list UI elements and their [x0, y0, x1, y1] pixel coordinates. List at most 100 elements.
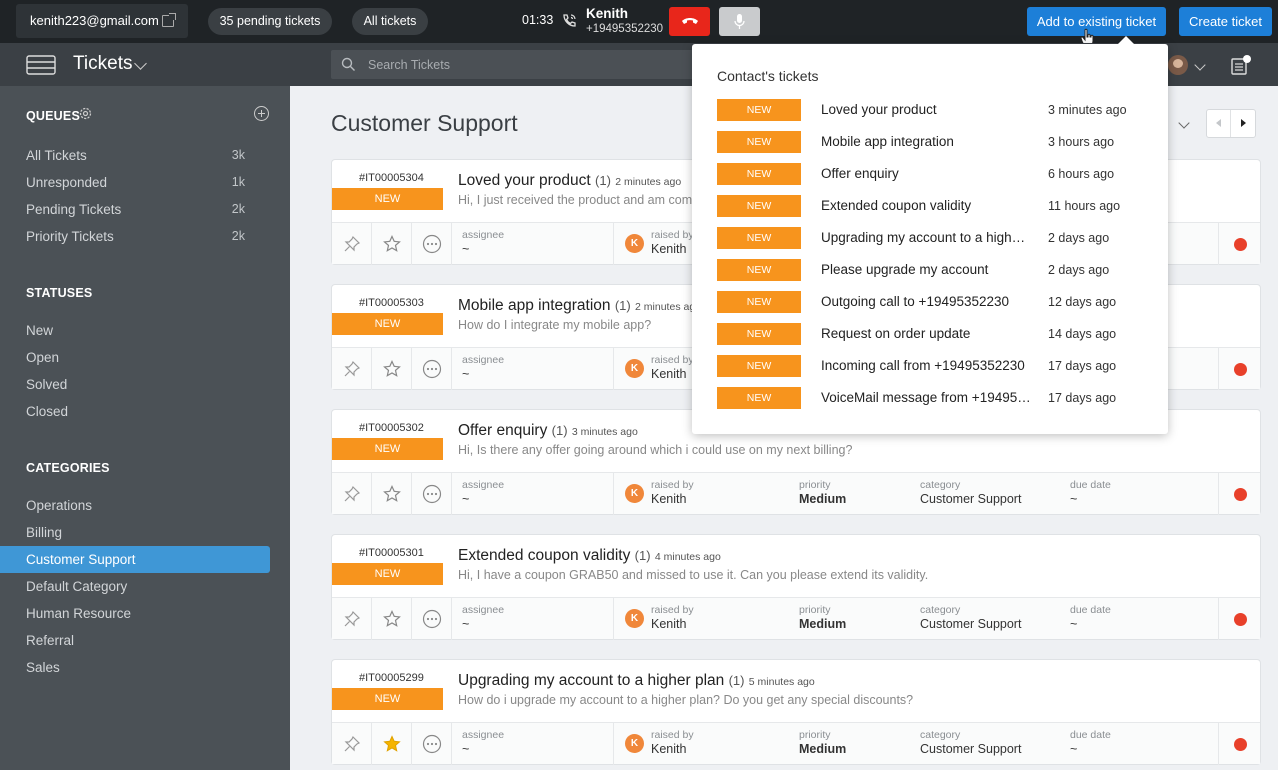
ticket-card[interactable]: #IT00005299 NEW Upgrading my account to a … [331, 659, 1261, 765]
contact-ticket-row[interactable]: NEW Loved your product 3 minutes ago [717, 99, 1147, 121]
chevron-down-icon[interactable] [134, 57, 147, 70]
assignee-cell[interactable]: assignee ~ [452, 223, 614, 265]
pin-icon[interactable] [343, 360, 361, 383]
raised-by-value[interactable]: Kenith [651, 367, 686, 381]
caller-name: Kenith [586, 6, 628, 21]
more-options-icon[interactable] [422, 484, 442, 509]
contact-ticket-row[interactable]: NEW Outgoing call to +19495352230 12 days … [717, 291, 1147, 313]
contact-ticket-row[interactable]: NEW VoiceMail message from +19495352230 17… [717, 387, 1147, 409]
sidebar-item-all-tickets[interactable]: All Tickets 3k [0, 142, 270, 169]
contact-ticket-row[interactable]: NEW Extended coupon validity 11 hours ago [717, 195, 1147, 217]
status-badge: NEW [332, 188, 443, 210]
add-queue-icon[interactable] [254, 106, 269, 121]
category-cell[interactable]: category Customer Support [908, 723, 1058, 765]
contact-ticket-row[interactable]: NEW Offer enquiry 6 hours ago [717, 163, 1147, 185]
sidebar-item-billing[interactable]: Billing [0, 519, 270, 546]
assignee-cell[interactable]: assignee ~ [452, 723, 614, 765]
contact-ticket-row[interactable]: NEW Request on order update 14 days ago [717, 323, 1147, 345]
create-ticket-button[interactable]: Create ticket [1179, 7, 1272, 36]
assignee-cell[interactable]: assignee ~ [452, 473, 614, 515]
due-date-cell[interactable]: due date ~ [1058, 723, 1218, 765]
sidebar-item-referral[interactable]: Referral [0, 627, 270, 654]
status-indicator[interactable] [1234, 238, 1247, 251]
ticket-card[interactable]: #IT00005301 NEW Extended coupon validity (… [331, 534, 1261, 640]
sidebar-item-open[interactable]: Open [0, 344, 270, 371]
sidebar-item-closed[interactable]: Closed [0, 398, 270, 425]
more-options-icon[interactable] [422, 359, 442, 384]
sidebar-item-sales[interactable]: Sales [0, 654, 270, 681]
star-icon[interactable] [383, 485, 401, 508]
next-page-button[interactable] [1232, 110, 1256, 137]
status-indicator[interactable] [1234, 488, 1247, 501]
raised-by-value[interactable]: Kenith [651, 617, 686, 631]
agent-email-pill[interactable]: kenith223@gmail.com [16, 4, 188, 38]
priority-cell[interactable]: priority Medium [788, 723, 908, 765]
more-options-icon[interactable] [422, 234, 442, 259]
user-menu-chevron-icon[interactable] [1194, 59, 1206, 71]
notes-icon[interactable] [1230, 54, 1252, 76]
hangup-button[interactable] [669, 7, 710, 36]
star-icon[interactable] [383, 610, 401, 633]
sidebar-item-new[interactable]: New [0, 317, 270, 344]
sidebar-item-unresponded[interactable]: Unresponded 1k [0, 169, 270, 196]
star-filled-icon[interactable] [383, 735, 401, 758]
category-cell[interactable]: category Customer Support [908, 473, 1058, 515]
mute-button[interactable] [719, 7, 760, 36]
module-title[interactable]: Tickets [73, 53, 132, 75]
sidebar-item-pending-tickets[interactable]: Pending Tickets 2k [0, 196, 270, 223]
contact-ticket-row[interactable]: NEW Please upgrade my account 2 days ago [717, 259, 1147, 281]
sidebar-item-solved[interactable]: Solved [0, 371, 270, 398]
assignee-cell[interactable]: assignee ~ [452, 348, 614, 390]
contact-ticket-time: 6 hours ago [1048, 167, 1115, 181]
status-badge: NEW [332, 313, 443, 335]
tickets-module-icon[interactable] [26, 55, 56, 75]
ticket-subject[interactable]: Loved your product (1) 2 minutes ago [458, 172, 681, 190]
add-to-existing-ticket-button[interactable]: Add to existing ticket [1027, 7, 1166, 36]
pin-icon[interactable] [343, 235, 361, 258]
star-icon[interactable] [383, 235, 401, 258]
status-divider [1218, 473, 1219, 515]
star-icon[interactable] [383, 360, 401, 383]
category-cell[interactable]: category Customer Support [908, 598, 1058, 640]
contact-ticket-row[interactable]: NEW Mobile app integration 3 hours ago [717, 131, 1147, 153]
contact-ticket-time: 14 days ago [1048, 327, 1117, 341]
ticket-subject[interactable]: Upgrading my account to a higher plan (1… [458, 672, 815, 690]
due-date-cell[interactable]: due date ~ [1058, 473, 1218, 515]
pending-tickets-button[interactable]: 35 pending tickets [208, 8, 332, 35]
more-options-icon[interactable] [422, 609, 442, 634]
raised-by-value[interactable]: Kenith [651, 242, 686, 256]
priority-cell[interactable]: priority Medium [788, 473, 908, 515]
gear-icon[interactable] [78, 106, 93, 121]
avatar: K [625, 234, 644, 253]
assignee-cell[interactable]: assignee ~ [452, 598, 614, 640]
status-indicator[interactable] [1234, 613, 1247, 626]
priority-cell[interactable]: priority Medium [788, 598, 908, 640]
search-input[interactable] [368, 50, 688, 79]
raised-by-value[interactable]: Kenith [651, 742, 686, 756]
star-cell [372, 348, 412, 390]
search-box[interactable] [331, 50, 711, 79]
external-link-icon[interactable] [162, 13, 176, 27]
raised-by-value[interactable]: Kenith [651, 492, 686, 506]
pin-icon[interactable] [343, 735, 361, 758]
sidebar-item-priority-tickets[interactable]: Priority Tickets 2k [0, 223, 270, 250]
contact-ticket-row[interactable]: NEW Incoming call from +19495352230 17 day… [717, 355, 1147, 377]
user-avatar[interactable] [1168, 55, 1188, 75]
sidebar-item-default-category[interactable]: Default Category [0, 573, 270, 600]
sidebar-item-human-resource[interactable]: Human Resource [0, 600, 270, 627]
status-indicator[interactable] [1234, 738, 1247, 751]
pin-icon[interactable] [343, 485, 361, 508]
status-indicator[interactable] [1234, 363, 1247, 376]
sidebar-item-customer-support[interactable]: Customer Support [0, 546, 270, 573]
ticket-subject[interactable]: Mobile app integration (1) 2 minutes ag [458, 297, 695, 315]
ticket-subject[interactable]: Extended coupon validity (1) 4 minutes a… [458, 547, 721, 565]
pin-icon[interactable] [343, 610, 361, 633]
sidebar-item-operations[interactable]: Operations [0, 492, 270, 519]
sort-chevron-icon[interactable] [1178, 117, 1190, 129]
more-options-icon[interactable] [422, 734, 442, 759]
ticket-subject[interactable]: Offer enquiry (1) 3 minutes ago [458, 422, 638, 440]
contact-ticket-row[interactable]: NEW Upgrading my account to a higher plan… [717, 227, 1147, 249]
due-date-cell[interactable]: due date ~ [1058, 598, 1218, 640]
all-tickets-button[interactable]: All tickets [352, 8, 428, 35]
previous-page-button[interactable] [1207, 110, 1231, 137]
